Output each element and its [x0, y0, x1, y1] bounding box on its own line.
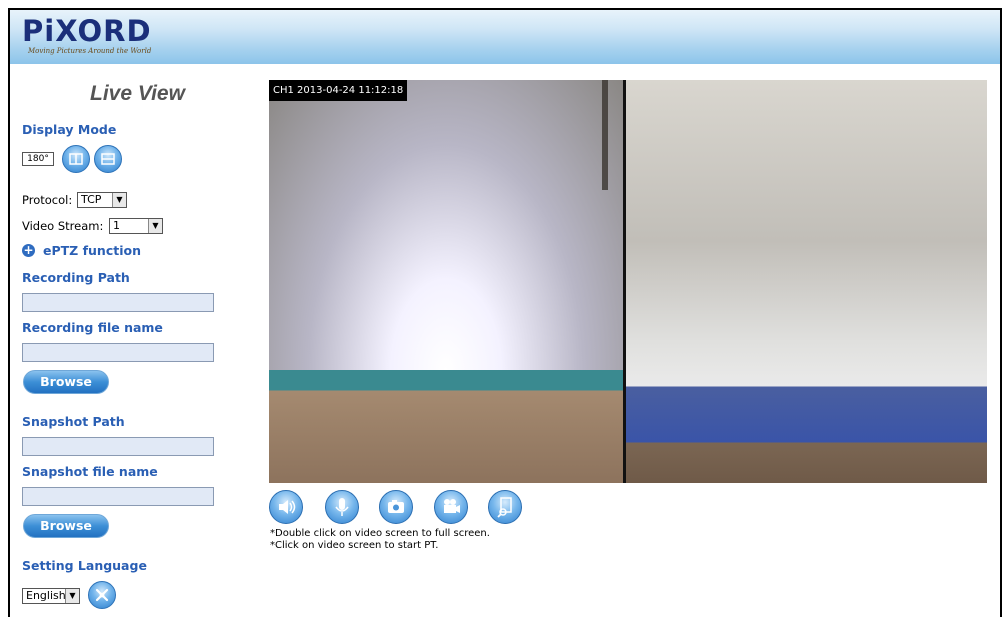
- video-stream-select[interactable]: 1 ▼: [109, 218, 163, 234]
- expand-plus-icon[interactable]: +: [22, 244, 35, 257]
- display-mode-label: Display Mode: [22, 122, 117, 137]
- protocol-select[interactable]: TCP ▼: [77, 192, 127, 208]
- sidebar: Live View Display Mode 180° Protocol: TC…: [10, 64, 250, 617]
- chevron-down-icon: ▼: [112, 193, 126, 207]
- speaker-icon: [279, 500, 296, 514]
- video-stream-label: Video Stream:: [22, 219, 104, 233]
- tools-icon: [95, 588, 109, 602]
- video-right-panel: [625, 80, 987, 483]
- record-video-camera-icon: [444, 499, 460, 513]
- snapshot-button[interactable]: [379, 490, 413, 524]
- playback-file-icon: [497, 497, 512, 518]
- mode-180-button[interactable]: 180°: [22, 152, 54, 166]
- protocol-label: Protocol:: [22, 193, 73, 207]
- video-left-panel: [269, 80, 623, 483]
- video-scene-pillar: [602, 80, 608, 190]
- snapshot-path-input[interactable]: [22, 437, 214, 456]
- recording-file-input[interactable]: [22, 343, 214, 362]
- microphone-icon: [335, 498, 349, 516]
- app-frame: PiXORD Moving Pictures Around the World …: [8, 8, 1002, 617]
- microphone-button[interactable]: [325, 490, 359, 524]
- snapshot-file-label: Snapshot file name: [22, 464, 158, 479]
- chevron-down-icon: ▼: [65, 589, 79, 603]
- live-video-view[interactable]: [269, 80, 987, 483]
- eptz-function-link[interactable]: ePTZ function: [43, 243, 141, 258]
- brand-tagline: Moving Pictures Around the World: [28, 47, 152, 55]
- page-title: Live View: [90, 82, 185, 105]
- snapshot-file-input[interactable]: [22, 487, 214, 506]
- snapshot-camera-icon: [388, 500, 404, 513]
- video-osd-timestamp: CH1 2013-04-24 11:12:18: [269, 80, 407, 101]
- playback-button[interactable]: [488, 490, 522, 524]
- snapshot-browse-button[interactable]: Browse: [23, 514, 109, 538]
- split-vertical-mode-button[interactable]: [62, 145, 90, 173]
- setting-language-label: Setting Language: [22, 558, 147, 573]
- apply-language-button[interactable]: [88, 581, 116, 609]
- snapshot-path-label: Snapshot Path: [22, 414, 125, 429]
- split-vertical-icon: [69, 153, 83, 165]
- video-split-divider: [623, 80, 626, 483]
- split-horizontal-icon: [101, 153, 115, 165]
- video-stream-value: 1: [113, 219, 120, 232]
- language-value: English: [26, 589, 66, 602]
- split-horizontal-mode-button[interactable]: [94, 145, 122, 173]
- speaker-button[interactable]: [269, 490, 303, 524]
- recording-file-label: Recording file name: [22, 320, 163, 335]
- record-button[interactable]: [434, 490, 468, 524]
- hint-pt: *Click on video screen to start PT.: [270, 540, 439, 551]
- brand-logo: PiXORD: [22, 14, 152, 48]
- recording-browse-button[interactable]: Browse: [23, 370, 109, 394]
- header-bar: PiXORD Moving Pictures Around the World: [10, 10, 1000, 64]
- chevron-down-icon: ▼: [148, 219, 162, 233]
- language-select[interactable]: English ▼: [22, 588, 80, 604]
- protocol-value: TCP: [81, 193, 102, 206]
- recording-path-label: Recording Path: [22, 270, 130, 285]
- recording-path-input[interactable]: [22, 293, 214, 312]
- hint-fullscreen: *Double click on video screen to full sc…: [270, 528, 490, 539]
